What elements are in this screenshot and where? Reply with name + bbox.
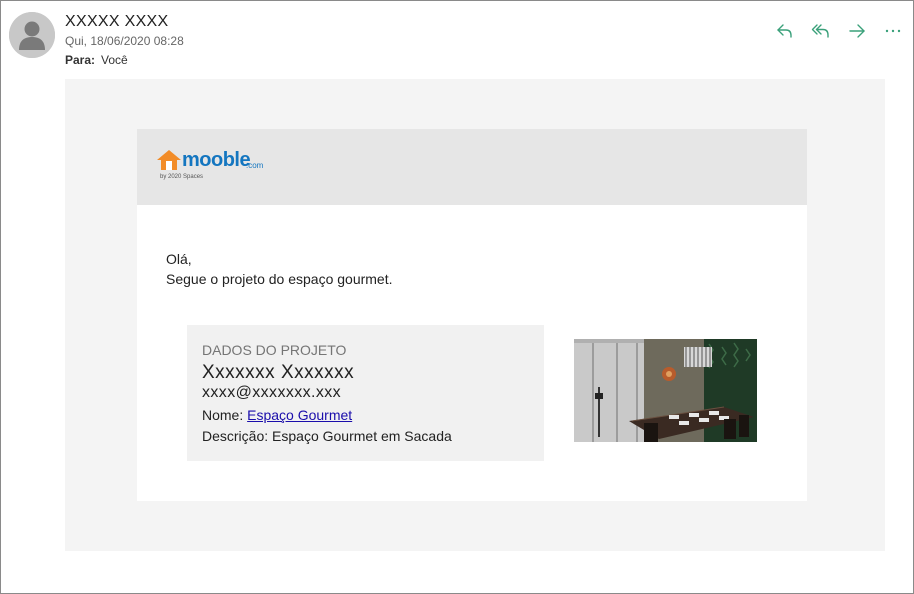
- client-email: xxxx@xxxxxxx.xxx: [202, 384, 342, 401]
- message-text: Segue o projeto do espaço gourmet.: [166, 271, 393, 287]
- reply-all-icon: [811, 24, 829, 38]
- more-icon: [885, 29, 901, 33]
- more-actions-button[interactable]: [882, 20, 904, 42]
- to-label: Para:: [65, 53, 96, 67]
- email-content: mooble .com by 2020 Spaces Olá, Segue o …: [137, 129, 807, 501]
- brand-tagline: by 2020 Spaces: [160, 174, 204, 180]
- project-description-value: Espaço Gourmet em Sacada: [272, 428, 452, 444]
- forward-button[interactable]: [846, 20, 868, 42]
- project-preview-image[interactable]: [574, 339, 757, 442]
- reply-icon: [777, 24, 792, 38]
- project-details-card: DADOS DO PROJETO Xxxxxxx Xxxxxxx xxxx@xx…: [187, 325, 544, 461]
- forward-icon: [849, 24, 865, 38]
- sent-date: Qui, 18/06/2020 08:28: [65, 34, 184, 48]
- project-name-row: Nome: Espaço Gourmet: [202, 407, 352, 423]
- recipient-line: Para: Você: [65, 53, 128, 67]
- email-body-background: mooble .com by 2020 Spaces Olá, Segue o …: [65, 79, 885, 551]
- brand-name: mooble: [182, 149, 251, 171]
- avatar[interactable]: [9, 12, 55, 58]
- recipient-name[interactable]: Você: [101, 53, 128, 67]
- brand-header: mooble .com by 2020 Spaces: [137, 129, 807, 205]
- project-name-label: Nome:: [202, 407, 248, 423]
- greeting-text: Olá,: [166, 251, 192, 267]
- project-name-link[interactable]: Espaço Gourmet: [247, 407, 352, 423]
- client-name: Xxxxxxx Xxxxxxx: [202, 362, 355, 383]
- reply-all-button[interactable]: [810, 20, 832, 42]
- project-description-label: Descrição:: [202, 428, 273, 444]
- brand-suffix: .com: [246, 161, 264, 170]
- person-icon: [9, 12, 55, 58]
- sender-name[interactable]: XXXXX XXXX: [65, 13, 169, 31]
- project-heading: DADOS DO PROJETO: [202, 342, 347, 358]
- reply-button[interactable]: [774, 20, 796, 42]
- house-icon: [157, 150, 181, 170]
- message-actions: [774, 20, 904, 42]
- project-description-row: Descrição: Espaço Gourmet em Sacada: [202, 428, 452, 444]
